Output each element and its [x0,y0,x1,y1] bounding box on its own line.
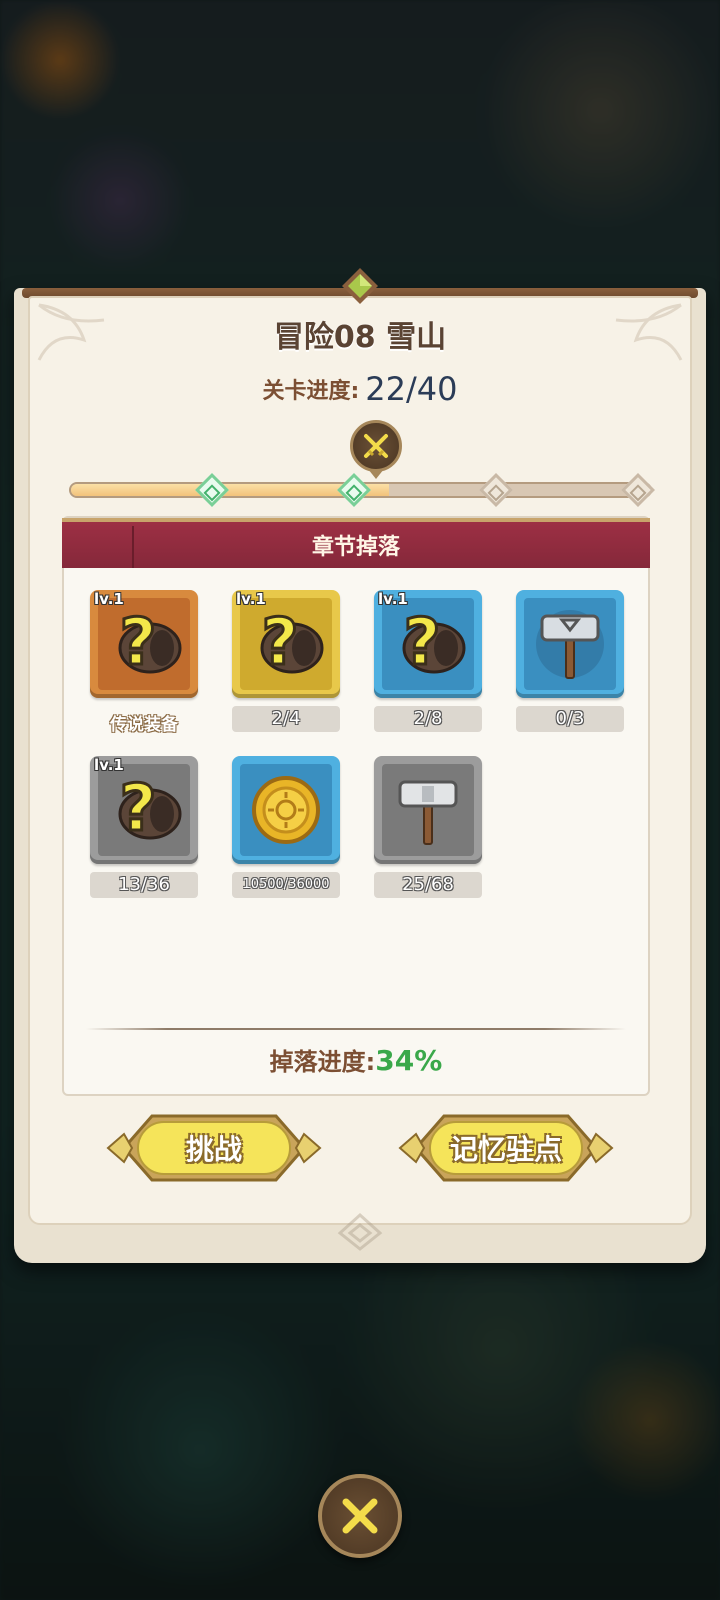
item-count: 13/36 [90,872,198,898]
hammer-icon [536,610,604,679]
memory-checkpoint-button[interactable]: 记忆驻点 [396,1110,616,1186]
item-count: 25/68 [374,872,482,898]
item-frame: lv.1 ? [90,756,198,864]
challenge-button[interactable]: 挑战 [104,1110,324,1186]
chapter-dialog: 冒险08 雪山 关卡进度: 22/40 章节掉落 lv.1 ? 传说装备 lv.… [14,268,706,1263]
drop-progress-value: 34% [375,1044,443,1077]
mystery-armor-icon: ? [118,605,182,682]
item-caption: 传说装备 [110,715,178,735]
item-level: lv.1 [94,590,124,608]
drop-item-gold-coin[interactable]: 10500/36000 [232,756,340,898]
current-stage-marker [350,420,402,472]
drop-item-common-equipment[interactable]: lv.1 ? 13/36 [90,756,198,898]
drop-item-epic-equipment[interactable]: lv.1 ? 2/4 [232,590,340,732]
crossed-swords-icon [364,434,388,458]
item-frame [232,756,340,864]
svg-text:?: ? [403,606,440,680]
mystery-armor-icon: ? [402,605,466,682]
close-button[interactable] [318,1474,402,1558]
drops-divider [86,1028,626,1030]
bottom-ornament-icon [337,1212,383,1251]
item-frame: lv.1 ? [90,590,198,698]
svg-text:?: ? [119,772,156,846]
drop-progress: 掉落进度:34% [64,1042,648,1077]
item-level: lv.1 [378,590,408,608]
banner-divider [132,526,134,568]
item-frame: lv.1 ? [232,590,340,698]
mystery-armor-icon: ? [260,605,324,682]
memory-checkpoint-button-label: 记忆驻点 [449,1133,562,1166]
item-count: 0/3 [516,706,624,732]
challenge-button-label: 挑战 [185,1133,242,1166]
stage-progress-label: 关卡进度: [262,379,360,404]
item-count: 2/4 [232,706,340,732]
drop-item-rare-equipment[interactable]: lv.1 ? 2/8 [374,590,482,732]
chapter-drops-panel: 章节掉落 lv.1 ? 传说装备 lv.1 ? 2/4 lv.1 ? 2/8 0… [62,516,650,1096]
stage-progress-value: 22/40 [365,370,458,408]
item-level: lv.1 [236,590,266,608]
drop-item-common-hammer[interactable]: 25/68 [374,756,482,898]
gold-coin-icon [252,776,320,844]
chapter-drops-header: 章节掉落 [62,518,650,568]
stage-progress-row: 关卡进度: 22/40 [14,370,706,408]
item-frame [374,756,482,864]
item-count: 2/8 [374,706,482,732]
svg-text:?: ? [261,606,298,680]
drop-item-rare-hammer[interactable]: 0/3 [516,590,624,732]
close-icon [342,1498,378,1534]
item-count: 10500/36000 [232,872,340,898]
chapter-title: 冒险08 雪山 [273,320,447,355]
hammer-icon [398,780,458,845]
chapter-drops-title: 章节掉落 [311,535,400,560]
drop-progress-label: 掉落进度: [269,1048,376,1076]
item-frame [516,590,624,698]
svg-text:?: ? [119,606,156,680]
mystery-armor-icon: ? [118,771,182,848]
gem-ornament-icon [342,268,378,304]
item-frame: lv.1 ? [374,590,482,698]
drop-item-legendary-equipment[interactable]: lv.1 ? 传说装备 [90,590,198,735]
item-level: lv.1 [94,756,124,774]
